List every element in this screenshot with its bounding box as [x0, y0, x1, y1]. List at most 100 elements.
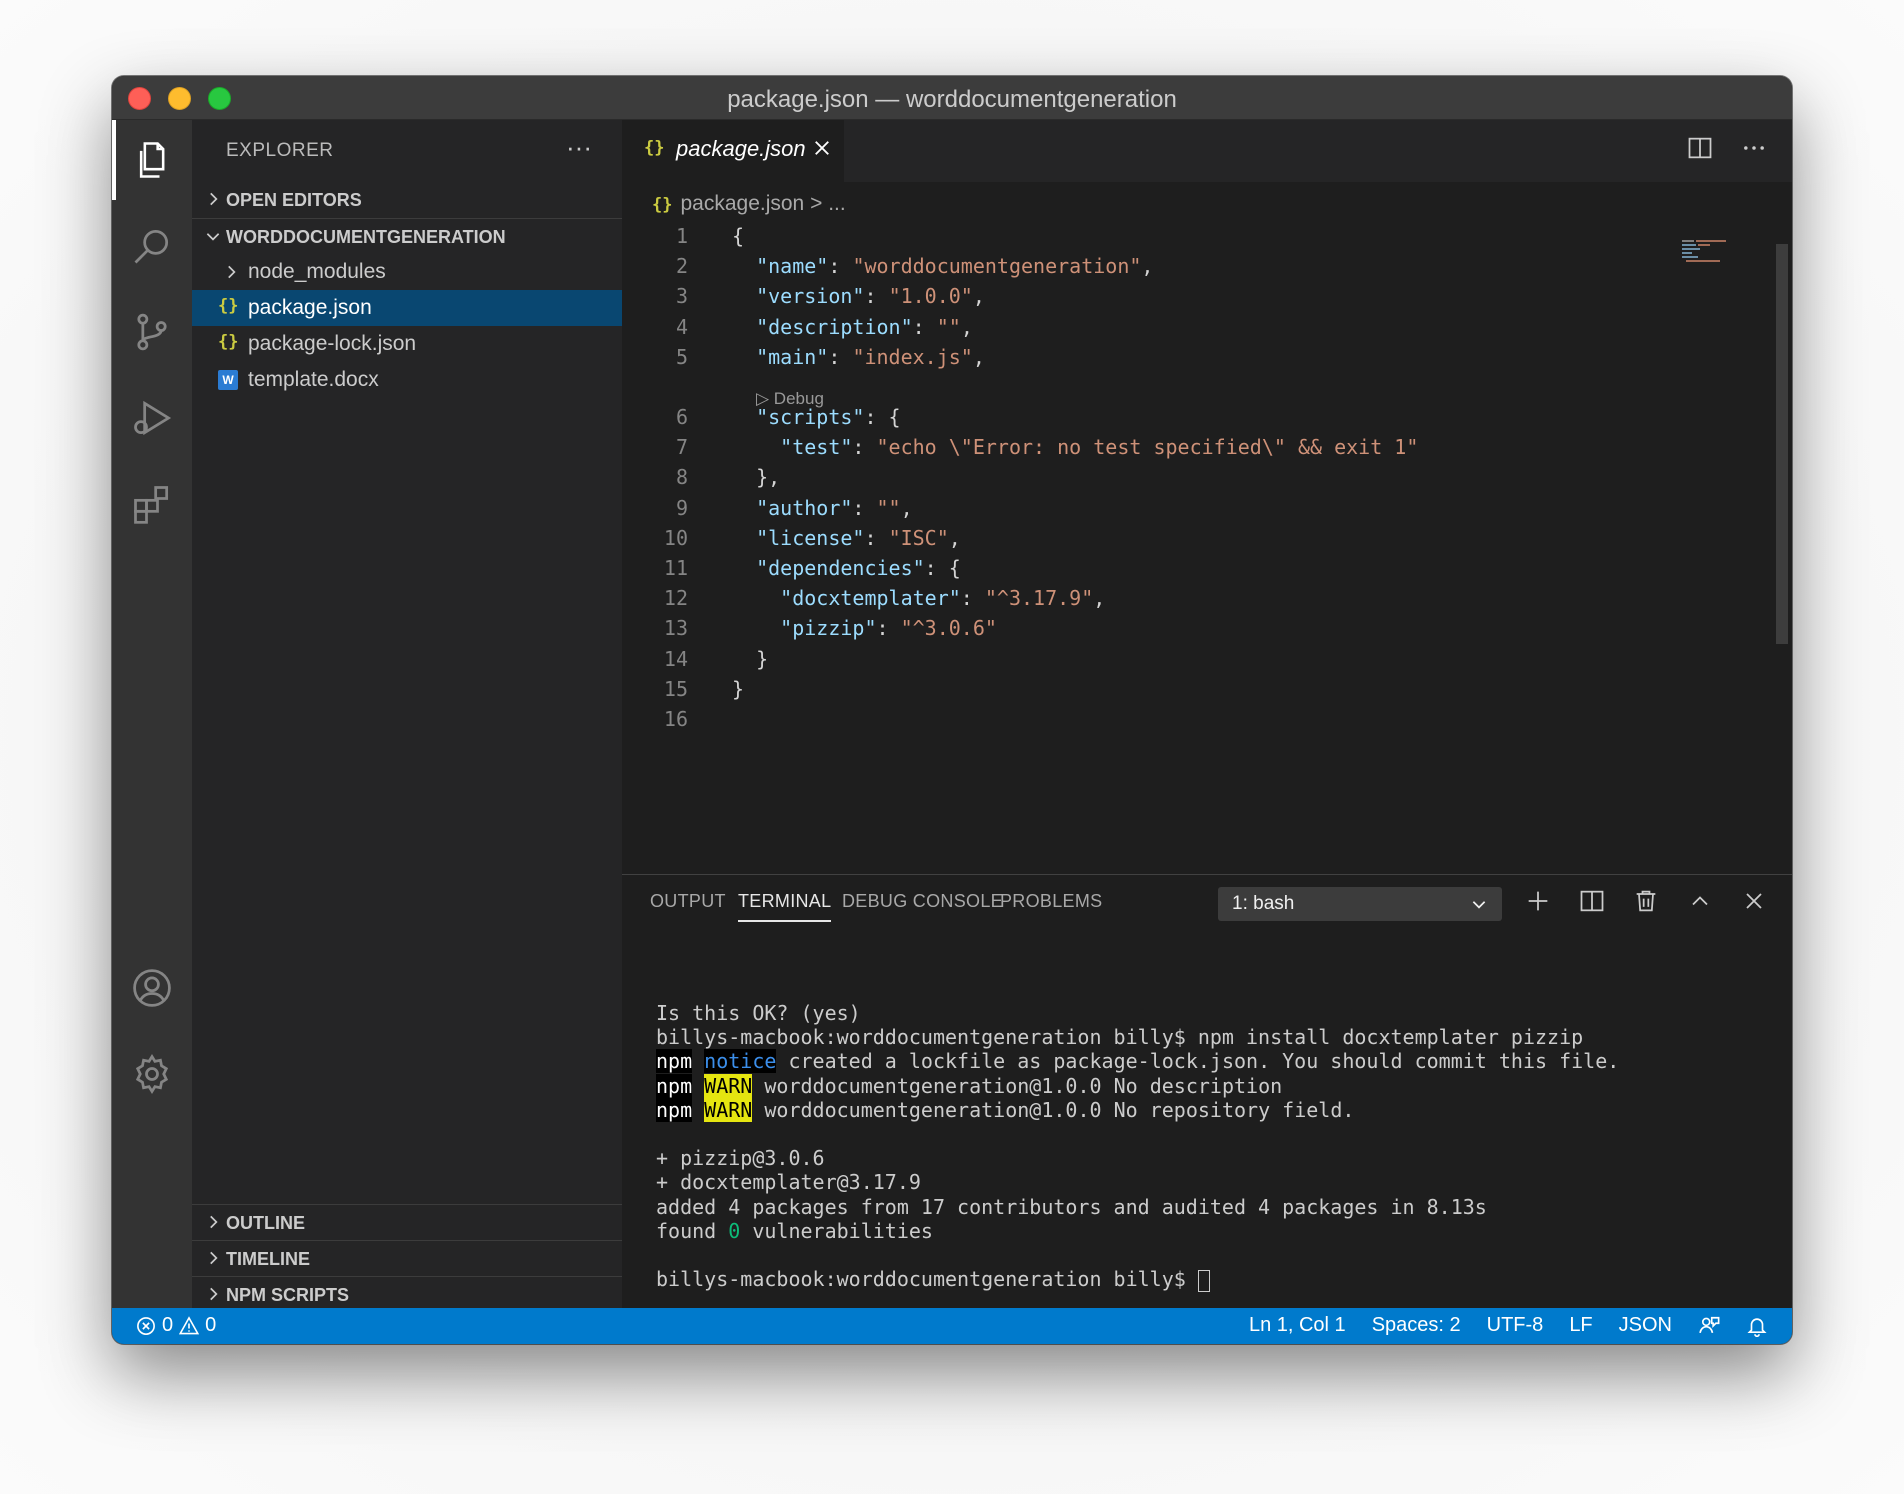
tab-output[interactable]: OUTPUT	[650, 891, 726, 912]
code-token: ""	[936, 314, 961, 339]
terminal-text: added 4 packages from 17 contributors an…	[656, 1194, 1487, 1219]
line-content: "test": "echo \"Error: no test specified…	[732, 435, 1418, 459]
code-token: "scripts"	[756, 405, 865, 429]
search-icon[interactable]	[112, 206, 192, 286]
line-content: }	[732, 647, 768, 671]
tree-item-package-lock-json[interactable]: {} package-lock.json	[192, 326, 622, 362]
tree-item-node-modules[interactable]: node_modules	[192, 254, 622, 290]
terminal-select-value: 1: bash	[1232, 893, 1295, 914]
tab-package-json[interactable]: {} package.json	[622, 120, 844, 182]
notifications-bell-icon[interactable]	[1746, 1315, 1768, 1337]
new-terminal-plus-icon[interactable]	[1524, 887, 1552, 915]
explorer-icon[interactable]	[112, 120, 192, 200]
breadcrumb-file[interactable]: package.json	[680, 192, 804, 215]
code-token: :	[864, 284, 889, 309]
chevron-up-icon[interactable]	[1686, 887, 1714, 915]
close-icon[interactable]	[812, 138, 832, 158]
breadcrumb-rest[interactable]: > ...	[810, 192, 846, 215]
json-file-icon: {}	[218, 332, 239, 352]
end-of-line[interactable]: LF	[1569, 1314, 1592, 1337]
tree-item-label: node_modules	[248, 260, 386, 283]
tree-item-label: package.json	[248, 296, 372, 319]
terminal-text: billys-macbook:worddocumentgeneration bi…	[656, 1025, 1584, 1050]
explorer-sidebar: EXPLORER ··· OPEN EDITORS WORDDOCUMENTGE…	[192, 120, 622, 1308]
code-token: :	[828, 344, 853, 369]
feedback-icon[interactable]	[1698, 1315, 1720, 1337]
indentation[interactable]: Spaces: 2	[1372, 1314, 1461, 1337]
code-token: "version"	[756, 284, 865, 309]
code-token: "dependencies"	[756, 556, 925, 580]
vscode-window: package.json — worddocumentgeneration EX…	[112, 76, 1792, 1344]
split-terminal-icon[interactable]	[1578, 887, 1606, 915]
code-token: "worddocumentgeneration"	[852, 254, 1142, 279]
tab-debug-console[interactable]: DEBUG CONSOLE	[842, 891, 1003, 912]
code-token: :	[960, 586, 985, 611]
open-editors-section[interactable]: OPEN EDITORS	[192, 182, 622, 218]
code-token: ,	[900, 495, 913, 520]
terminal-line: + pizzip@3.0.6	[656, 1146, 1619, 1170]
npm-scripts-section[interactable]: NPM SCRIPTS	[192, 1276, 622, 1312]
code-editor[interactable]: ▷ Debug 1{2 "name": "worddocumentgenerat…	[622, 224, 1762, 780]
code-token: "license"	[756, 525, 865, 550]
tree-item-package-json[interactable]: {} package.json	[192, 290, 622, 326]
run-debug-icon[interactable]	[112, 378, 192, 458]
warning-count: 0	[205, 1314, 217, 1336]
line-content: "description": "",	[732, 315, 973, 339]
timeline-section[interactable]: TIMELINE	[192, 1240, 622, 1276]
trash-icon[interactable]	[1632, 887, 1660, 915]
tab-label: package.json	[676, 136, 806, 161]
terminal-text: created a lockfile as package-lock.json.…	[776, 1049, 1620, 1074]
breadcrumb[interactable]: {} package.json > ...	[652, 192, 846, 216]
more-actions-icon[interactable]	[1740, 134, 1768, 162]
line-number: 14	[663, 646, 688, 671]
extensions-icon[interactable]	[112, 464, 192, 544]
editor-scrollbar[interactable]	[1776, 244, 1788, 644]
accounts-icon[interactable]	[112, 948, 192, 1028]
line-number: 9	[675, 495, 688, 520]
line-number: 7	[675, 435, 688, 460]
close-icon[interactable]	[1740, 887, 1768, 915]
chevron-right-icon	[210, 1215, 218, 1229]
error-icon	[137, 1316, 155, 1335]
terminal-line: billys-macbook:worddocumentgeneration bi…	[656, 1025, 1619, 1049]
terminal-text: worddocumentgeneration@1.0.0 No descript…	[752, 1073, 1283, 1098]
tree-item-template-docx[interactable]: W template.docx	[192, 362, 622, 398]
tab-terminal[interactable]: TERMINAL	[738, 891, 832, 922]
code-token: "index.js"	[852, 344, 973, 369]
folder-section[interactable]: WORDDOCUMENTGENERATION	[192, 218, 622, 254]
cursor-position[interactable]: Ln 1, Col 1	[1249, 1314, 1346, 1337]
terminal-text: Is this OK? (yes)	[656, 1001, 861, 1025]
source-control-icon[interactable]	[112, 292, 192, 372]
timeline-label: TIMELINE	[226, 1249, 310, 1269]
code-token: ,	[948, 525, 961, 550]
manage-gear-icon[interactable]	[112, 1034, 192, 1114]
terminal-output[interactable]: Is this OK? (yes) billys-macbook:worddocu…	[656, 1001, 1620, 1292]
code-token: : {	[924, 556, 961, 580]
line-number: 16	[663, 707, 688, 731]
tab-problems[interactable]: PROBLEMS	[1000, 891, 1102, 912]
terminal-select[interactable]: 1: bash	[1218, 887, 1502, 921]
terminal-line: found 0 vulnerabilities	[656, 1219, 1619, 1243]
outline-section[interactable]: OUTLINE	[192, 1204, 622, 1240]
minimap[interactable]	[1682, 238, 1742, 268]
status-right: Ln 1, Col 1 Spaces: 2 UTF-8 LF JSON	[1249, 1314, 1768, 1337]
code-token: "ISC"	[888, 525, 949, 550]
encoding[interactable]: UTF-8	[1487, 1314, 1544, 1337]
split-editor-icon[interactable]	[1686, 134, 1714, 162]
terminal-line: billys-macbook:worddocumentgeneration bi…	[656, 1267, 1619, 1292]
more-actions-icon[interactable]: ···	[566, 132, 592, 163]
tab-bar: {} package.json	[622, 120, 1792, 182]
line-content: "version": "1.0.0",	[732, 284, 985, 308]
open-editors-label: OPEN EDITORS	[226, 190, 362, 210]
problems-status[interactable]: 0 0	[136, 1314, 216, 1337]
code-token: "name"	[756, 254, 829, 279]
warning-icon	[179, 1315, 200, 1334]
json-file-icon: {}	[652, 195, 673, 215]
language-mode[interactable]: JSON	[1619, 1314, 1672, 1337]
code-token: "main"	[756, 344, 829, 369]
